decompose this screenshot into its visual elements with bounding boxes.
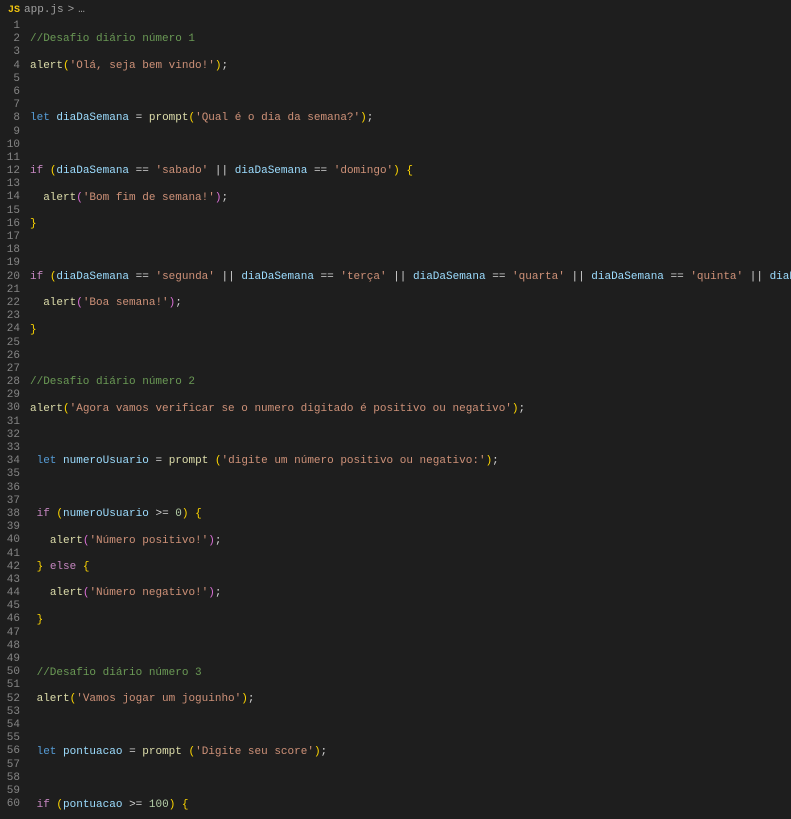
code-editor[interactable]: 1234567891011121314151617181920212223242…	[0, 20, 791, 817]
js-file-icon: JS	[8, 5, 20, 16]
breadcrumb[interactable]: JS app.js > …	[0, 0, 791, 20]
breadcrumb-file: app.js	[24, 4, 64, 16]
code-content[interactable]: //Desafio diário número 1 alert('Olá, se…	[30, 20, 791, 817]
line-gutter: 1234567891011121314151617181920212223242…	[0, 20, 30, 817]
breadcrumb-rest: …	[78, 4, 85, 16]
breadcrumb-sep: >	[68, 4, 75, 16]
